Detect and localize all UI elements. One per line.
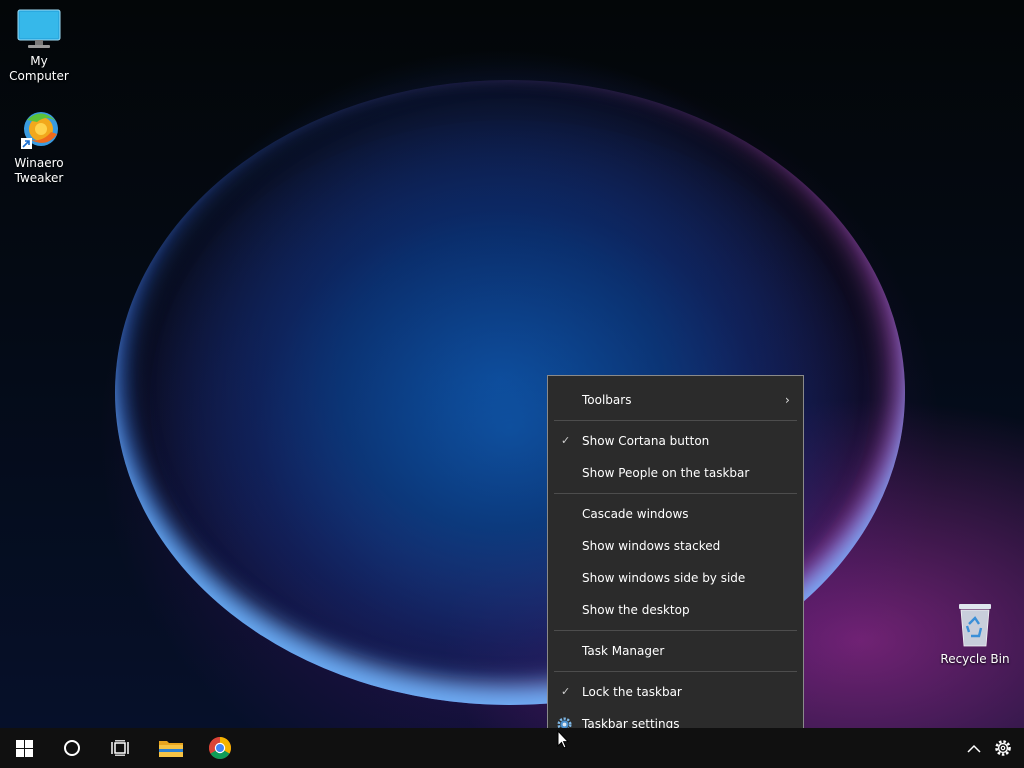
menu-item-show-cortana-button[interactable]: ✓ Show Cortana button	[548, 427, 803, 455]
recycle-bin-icon	[959, 604, 991, 647]
file-explorer-icon	[159, 741, 183, 757]
cortana-icon	[64, 740, 80, 756]
desktop-icon-recycle-bin[interactable]: Recycle Bin	[936, 602, 1014, 667]
desktop-icon-label: My Computer	[9, 54, 69, 83]
tray-settings-button[interactable]	[988, 728, 1018, 768]
menu-separator	[554, 493, 797, 494]
menu-item-lock-the-taskbar[interactable]: ✓ Lock the taskbar	[548, 678, 803, 706]
menu-separator	[554, 420, 797, 421]
desktop-icon-label: Winaero Tweaker	[14, 156, 64, 185]
menu-item-label: Show Cortana button	[582, 434, 710, 448]
menu-item-label: Show People on the taskbar	[582, 466, 750, 480]
menu-item-show-people[interactable]: Show People on the taskbar	[548, 459, 803, 487]
mouse-cursor-icon	[557, 730, 569, 749]
checkmark-icon: ✓	[561, 434, 571, 447]
menu-item-cascade-windows[interactable]: Cascade windows	[548, 500, 803, 528]
cortana-button[interactable]	[48, 728, 96, 768]
start-button[interactable]	[0, 728, 48, 768]
submenu-arrow-icon: ›	[785, 393, 790, 407]
menu-item-label: Show windows stacked	[582, 539, 721, 553]
chrome-icon	[209, 737, 231, 759]
menu-separator	[554, 630, 797, 631]
gear-icon	[995, 740, 1011, 756]
menu-item-label: Task Manager	[582, 644, 665, 658]
menu-item-label: Lock the taskbar	[582, 685, 682, 699]
desktop-icon-label: Recycle Bin	[940, 652, 1010, 666]
chrome-button[interactable]	[196, 728, 244, 768]
menu-item-label: Cascade windows	[582, 507, 689, 521]
desktop-icon-my-computer[interactable]: My Computer	[0, 8, 78, 84]
monitor-icon	[17, 9, 61, 48]
menu-item-toolbars[interactable]: Toolbars ›	[548, 386, 803, 414]
menu-item-label: Show windows side by side	[582, 571, 746, 585]
desktop-wallpaper[interactable]: My Computer Winaero Tweaker Recycle Bin	[0, 0, 1024, 728]
menu-item-show-the-desktop[interactable]: Show the desktop	[548, 596, 803, 624]
menu-item-label: Toolbars	[582, 393, 632, 407]
desktop-icon-winaero-tweaker[interactable]: Winaero Tweaker	[0, 108, 78, 186]
chevron-up-icon	[967, 744, 981, 753]
file-explorer-button[interactable]	[147, 728, 195, 768]
taskbar[interactable]	[0, 728, 1024, 768]
windows-start-icon	[15, 739, 33, 757]
task-view-button[interactable]	[96, 728, 144, 768]
menu-item-label: Show the desktop	[582, 603, 690, 617]
taskbar-context-menu: Toolbars › ✓ Show Cortana button Show Pe…	[547, 375, 804, 747]
menu-item-task-manager[interactable]: Task Manager	[548, 637, 803, 665]
task-view-icon	[111, 740, 129, 756]
menu-item-show-windows-side-by-side[interactable]: Show windows side by side	[548, 564, 803, 592]
checkmark-icon: ✓	[561, 685, 571, 698]
menu-separator	[554, 671, 797, 672]
winaero-tweaker-icon	[21, 112, 58, 149]
show-hidden-icons-button[interactable]	[958, 728, 990, 768]
menu-item-show-windows-stacked[interactable]: Show windows stacked	[548, 532, 803, 560]
